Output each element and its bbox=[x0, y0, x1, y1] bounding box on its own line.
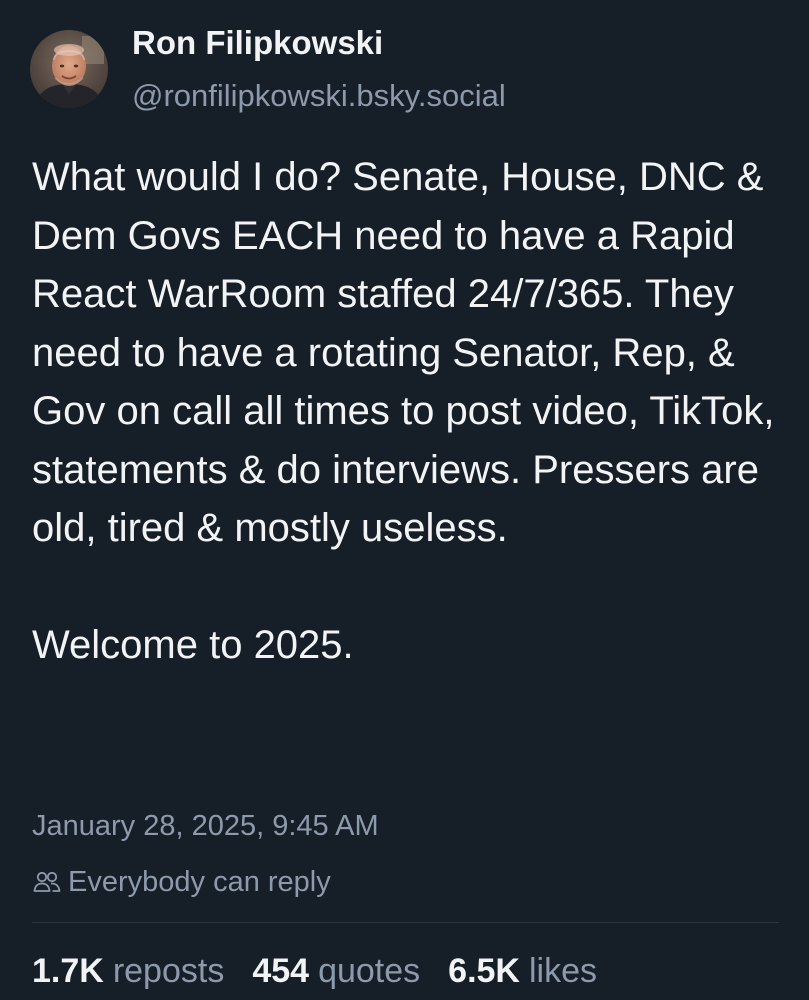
people-icon bbox=[32, 869, 62, 895]
post-text: What would I do? Senate, House, DNC & De… bbox=[32, 148, 792, 675]
post-paragraph: What would I do? Senate, House, DNC & De… bbox=[32, 155, 775, 550]
reposts-stat[interactable]: 1.7K reposts bbox=[32, 952, 224, 991]
post-detail: Ron Filipkowski @ronfilipkowski.bsky.soc… bbox=[0, 0, 809, 1000]
author-handle[interactable]: @ronfilipkowski.bsky.social bbox=[132, 78, 506, 114]
post-paragraph: Welcome to 2025. bbox=[32, 623, 354, 667]
quotes-stat[interactable]: 454 quotes bbox=[252, 952, 420, 991]
likes-stat[interactable]: 6.5K likes bbox=[448, 952, 597, 991]
reposts-label: reposts bbox=[112, 952, 225, 990]
avatar[interactable] bbox=[30, 30, 108, 108]
quotes-count: 454 bbox=[252, 952, 310, 990]
divider bbox=[32, 922, 779, 923]
avatar-photo bbox=[30, 30, 108, 108]
quotes-label: quotes bbox=[318, 952, 421, 990]
post-timestamp: January 28, 2025, 9:45 AM bbox=[32, 810, 379, 842]
post-stats: 1.7K reposts 454 quotes 6.5K likes bbox=[32, 952, 625, 991]
likes-label: likes bbox=[528, 952, 598, 990]
reply-setting: Everybody can reply bbox=[32, 864, 331, 900]
reposts-count: 1.7K bbox=[32, 952, 104, 990]
likes-count: 6.5K bbox=[448, 952, 520, 990]
author-display-name[interactable]: Ron Filipkowski bbox=[132, 24, 383, 62]
reply-setting-label: Everybody can reply bbox=[68, 865, 331, 898]
